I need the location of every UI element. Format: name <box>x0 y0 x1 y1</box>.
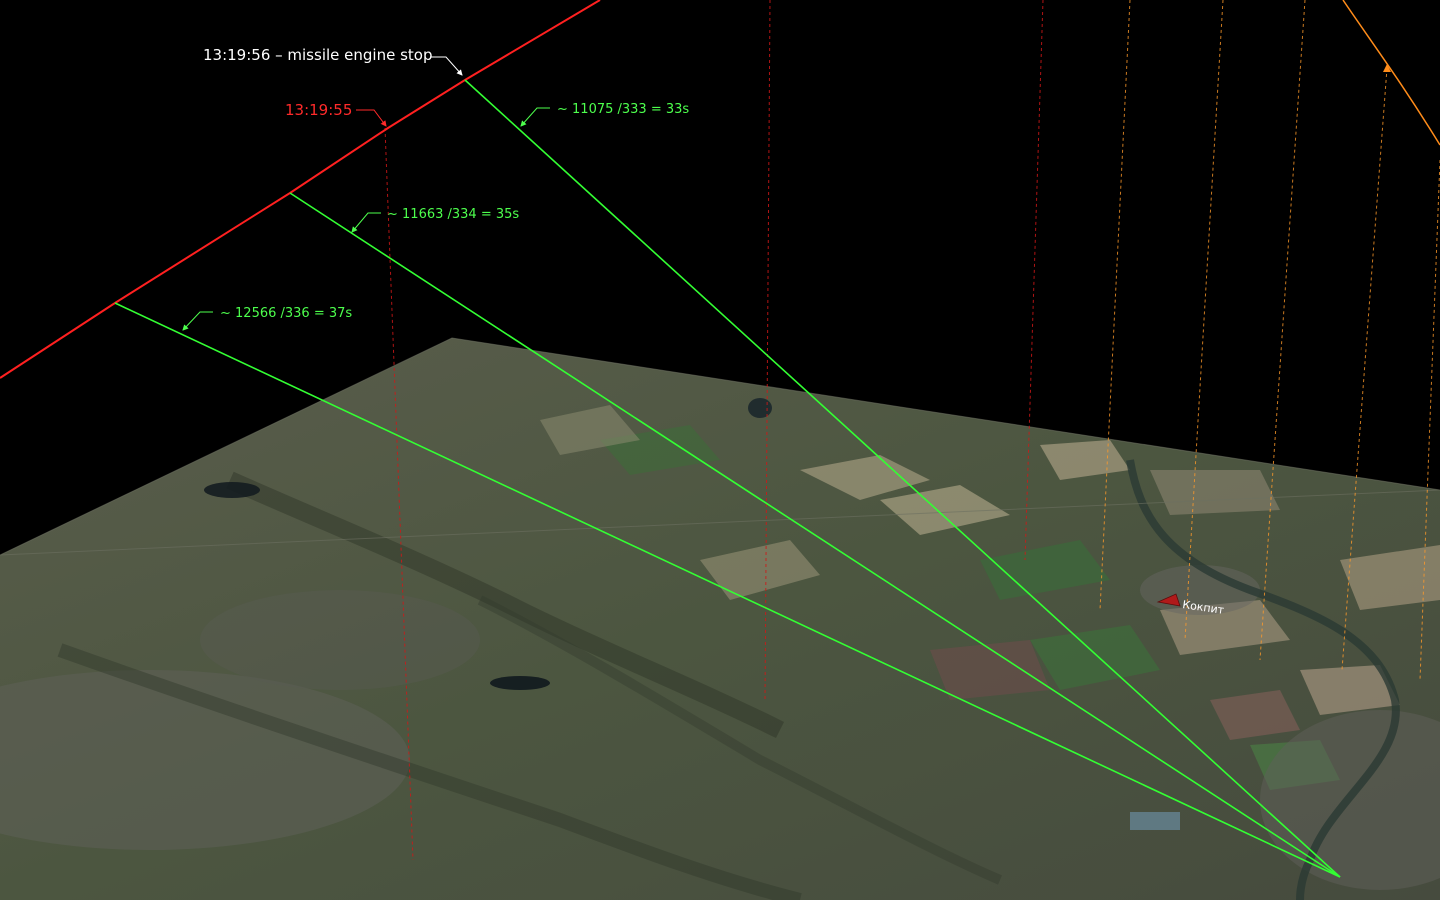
calc-label-2: ~ 11663 /334 = 35s <box>387 207 519 222</box>
annotation-calc-1: ~ 11075 /333 = 33s <box>520 102 689 127</box>
annotation-calc-3: ~ 12566 /336 = 37s <box>182 306 352 331</box>
engine-stop-label: 13:19:56 – missile engine stop <box>203 46 432 64</box>
calc-label-3: ~ 12566 /336 = 37s <box>220 306 352 321</box>
flight-path <box>1342 0 1440 146</box>
time-mark-label: 13:19:55 <box>285 101 352 119</box>
3d-map-scene: 13:19:56 – missile engine stop 13:19:55 … <box>0 0 1440 900</box>
annotation-engine-stop: 13:19:56 – missile engine stop <box>203 46 463 76</box>
terrain-plane[interactable] <box>0 337 1440 900</box>
calc-label-1: ~ 11075 /333 = 33s <box>557 102 689 117</box>
annotation-calc-2: ~ 11663 /334 = 35s <box>351 207 519 233</box>
annotation-time-mark: 13:19:55 <box>285 101 387 127</box>
